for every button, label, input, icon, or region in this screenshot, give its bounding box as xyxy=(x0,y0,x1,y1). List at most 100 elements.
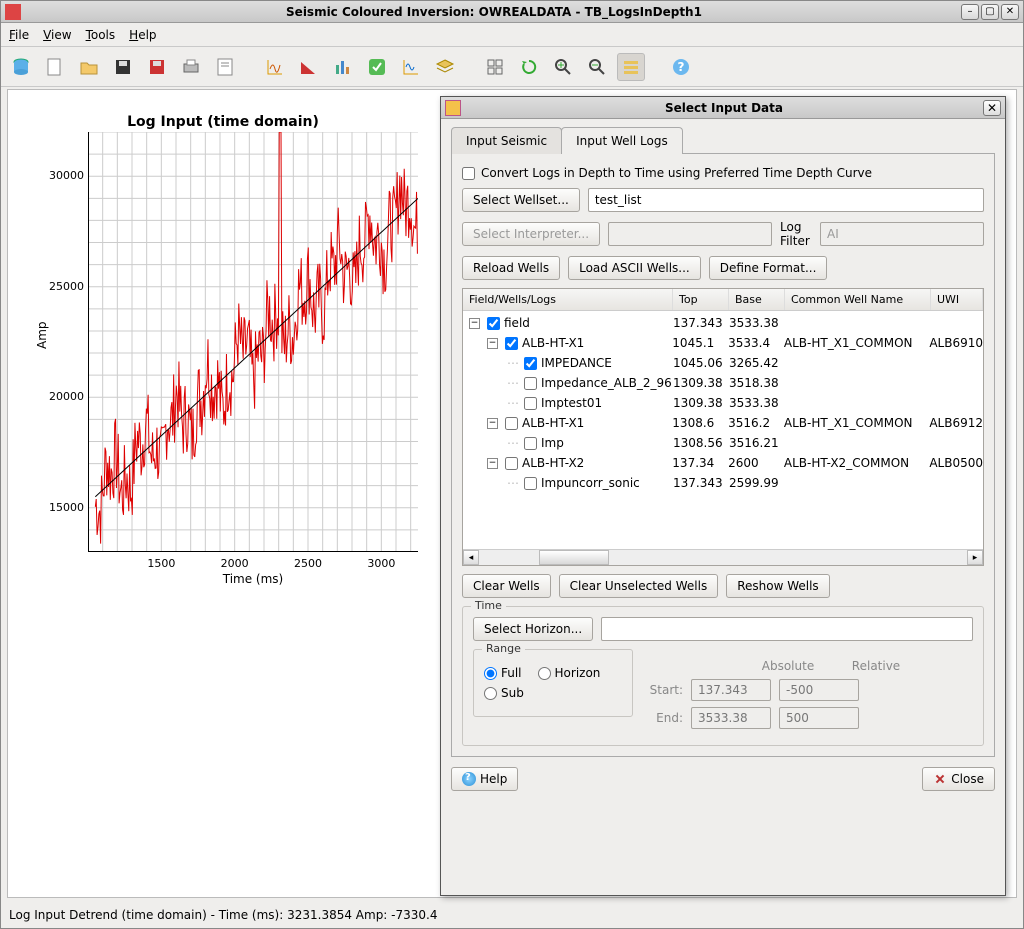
close-window-button[interactable]: ✕ xyxy=(1001,4,1019,20)
reload-wells-button[interactable]: Reload Wells xyxy=(462,256,560,280)
tree-row[interactable]: −ALB-HT-X2137.342600ALB-HT-X2_COMMONALB0… xyxy=(463,453,983,473)
tree-checkbox[interactable] xyxy=(505,457,518,470)
minimize-button[interactable]: – xyxy=(961,4,979,20)
log-filter-input xyxy=(820,222,984,246)
svg-text:?: ? xyxy=(678,60,685,74)
tree-hscroll[interactable]: ◂ ▸ xyxy=(463,549,983,565)
tree-checkbox[interactable] xyxy=(524,437,537,450)
tree-checkbox[interactable] xyxy=(487,317,500,330)
chart-area: Log Input (time domain) Amp Time (ms) 15… xyxy=(8,90,438,897)
tree-row[interactable]: ⋯Impuncorr_sonic137.3432599.99 xyxy=(463,473,983,493)
clear-unselected-button[interactable]: Clear Unselected Wells xyxy=(559,574,719,598)
wellset-input[interactable] xyxy=(588,188,984,212)
dialog-title: Select Input Data xyxy=(465,101,983,115)
reshow-wells-button[interactable]: Reshow Wells xyxy=(726,574,829,598)
db-icon[interactable] xyxy=(7,53,35,81)
tree-checkbox[interactable] xyxy=(524,397,537,410)
time-group: Time Select Horizon... Range Full Horizo… xyxy=(462,606,984,746)
app-icon xyxy=(5,4,21,20)
menubar: File View Tools Help xyxy=(1,23,1023,47)
tree-row[interactable]: ⋯Impedance_ALB_2_961309.383518.38 xyxy=(463,373,983,393)
check-icon[interactable] xyxy=(363,53,391,81)
tree-checkbox[interactable] xyxy=(505,337,518,350)
start-rel-input xyxy=(779,679,859,701)
expander-icon[interactable]: − xyxy=(487,458,498,469)
tree-row[interactable]: ⋯Imp1308.563516.21 xyxy=(463,433,983,453)
define-format-button[interactable]: Define Format... xyxy=(709,256,828,280)
grid-icon[interactable] xyxy=(481,53,509,81)
menu-view[interactable]: View xyxy=(43,28,71,42)
wells-tree[interactable]: Field/Wells/Logs Top Base Common Well Na… xyxy=(462,288,984,566)
radio-full[interactable]: Full xyxy=(484,666,522,680)
save-as-icon[interactable] xyxy=(143,53,171,81)
spectrum-icon[interactable] xyxy=(329,53,357,81)
print-icon[interactable] xyxy=(177,53,205,81)
tree-row[interactable]: ⋯IMPEDANCE1045.063265.42 xyxy=(463,353,983,373)
interpreter-input xyxy=(608,222,772,246)
close-button[interactable]: Close xyxy=(922,767,995,791)
layers-icon[interactable] xyxy=(431,53,459,81)
expander-icon[interactable]: − xyxy=(469,318,480,329)
stack-icon[interactable] xyxy=(617,53,645,81)
report-icon[interactable] xyxy=(211,53,239,81)
load-ascii-button[interactable]: Load ASCII Wells... xyxy=(568,256,701,280)
end-label: End: xyxy=(643,711,683,725)
menu-file[interactable]: File xyxy=(9,28,29,42)
wedge-icon[interactable] xyxy=(295,53,323,81)
zoom-out-icon[interactable] xyxy=(583,53,611,81)
help-icon xyxy=(462,772,476,786)
tree-row[interactable]: −ALB-HT-X11308.63516.2ALB-HT_X1_COMMONAL… xyxy=(463,413,983,433)
dialog-icon xyxy=(445,100,461,116)
select-input-dialog: Select Input Data ✕ Input Seismic Input … xyxy=(440,96,1006,896)
dialog-close-button[interactable]: ✕ xyxy=(983,100,1001,116)
select-horizon-button[interactable]: Select Horizon... xyxy=(473,617,593,641)
refresh-icon[interactable] xyxy=(515,53,543,81)
dialog-titlebar: Select Input Data ✕ xyxy=(441,97,1005,119)
tree-row[interactable]: ⋯Imptest011309.383533.38 xyxy=(463,393,983,413)
end-rel-input xyxy=(779,707,859,729)
help-icon[interactable]: ? xyxy=(667,53,695,81)
tab-input-well-logs[interactable]: Input Well Logs xyxy=(561,127,683,154)
start-abs-input xyxy=(691,679,771,701)
select-wellset-button[interactable]: Select Wellset... xyxy=(462,188,580,212)
save-icon[interactable] xyxy=(109,53,137,81)
open-icon[interactable] xyxy=(75,53,103,81)
tree-checkbox[interactable] xyxy=(524,357,537,370)
scroll-right-button[interactable]: ▸ xyxy=(967,550,983,565)
tree-header: Field/Wells/Logs Top Base Common Well Na… xyxy=(463,289,983,311)
tree-checkbox[interactable] xyxy=(524,477,537,490)
tree-row[interactable]: −ALB-HT-X11045.13533.4ALB-HT_X1_COMMONAL… xyxy=(463,333,983,353)
range-group: Range Full Horizon Sub xyxy=(473,649,633,717)
log-filter-label: Log Filter xyxy=(780,220,812,248)
chart-title: Log Input (time domain) xyxy=(8,90,438,130)
zoom-in-icon[interactable] xyxy=(549,53,577,81)
close-icon xyxy=(933,772,947,786)
menu-help[interactable]: Help xyxy=(129,28,156,42)
scroll-thumb[interactable] xyxy=(539,550,609,565)
radio-horizon[interactable]: Horizon xyxy=(538,666,601,680)
horizon-input[interactable] xyxy=(601,617,973,641)
expander-icon[interactable]: − xyxy=(487,418,498,429)
y-axis-label: Amp xyxy=(35,321,49,349)
tree-row[interactable]: −field137.3433533.38 xyxy=(463,313,983,333)
window-title: Seismic Coloured Inversion: OWREALDATA -… xyxy=(27,5,961,19)
menu-tools[interactable]: Tools xyxy=(86,28,116,42)
maximize-button[interactable]: ▢ xyxy=(981,4,999,20)
dialog-tabs: Input Seismic Input Well Logs xyxy=(451,127,995,154)
convert-checkbox[interactable]: Convert Logs in Depth to Time using Pref… xyxy=(462,166,984,180)
start-label: Start: xyxy=(643,683,683,697)
tree-checkbox[interactable] xyxy=(524,377,537,390)
tree-checkbox[interactable] xyxy=(505,417,518,430)
wavelet-icon[interactable] xyxy=(397,53,425,81)
clear-wells-button[interactable]: Clear Wells xyxy=(462,574,551,598)
new-icon[interactable] xyxy=(41,53,69,81)
help-button[interactable]: Help xyxy=(451,767,518,791)
tab-panel-logs: Convert Logs in Depth to Time using Pref… xyxy=(451,153,995,757)
scroll-left-button[interactable]: ◂ xyxy=(463,550,479,565)
seismic-icon[interactable] xyxy=(261,53,289,81)
radio-sub[interactable]: Sub xyxy=(484,686,524,700)
chart-plot[interactable]: Amp Time (ms) 15000200002500030000 15002… xyxy=(88,132,418,552)
titlebar: Seismic Coloured Inversion: OWREALDATA -… xyxy=(1,1,1023,23)
expander-icon[interactable]: − xyxy=(487,338,498,349)
tab-input-seismic[interactable]: Input Seismic xyxy=(451,127,562,154)
